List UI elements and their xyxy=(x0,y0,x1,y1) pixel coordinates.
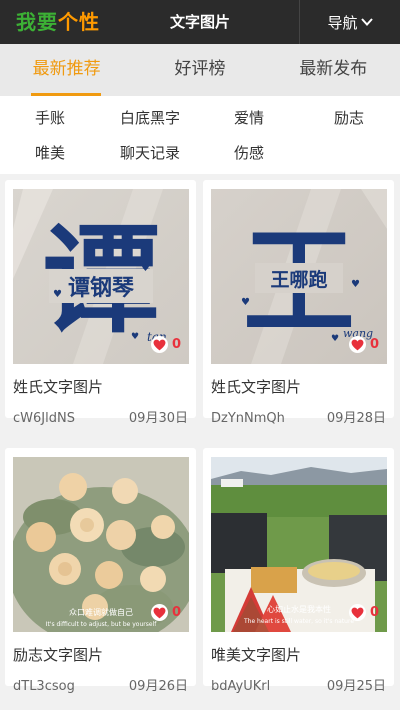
heart-icon xyxy=(153,607,166,618)
card-author: DzYnNmQh xyxy=(211,411,285,426)
card-thumbnail[interactable]: 王 王哪跑 ♥ ♥ ♥ wang 0 xyxy=(211,189,387,364)
card-date: 09月26日 xyxy=(128,679,188,694)
photo-caption-en: The heart is still water, so it's nature xyxy=(243,618,354,625)
card-date: 09月28日 xyxy=(326,411,386,426)
name-banner-text: 王哪跑 xyxy=(270,268,327,291)
card-date: 09月30日 xyxy=(128,411,188,426)
logo-text-part1: 我要 xyxy=(16,10,58,34)
svg-text:♥: ♥ xyxy=(131,332,139,342)
category-item-aesthetic[interactable]: 唯美 xyxy=(35,143,65,163)
site-logo[interactable]: 我要个性 xyxy=(16,9,100,35)
svg-text:♥: ♥ xyxy=(241,297,250,308)
image-card[interactable]: 心如止水是我本性 The heart is still water, so it… xyxy=(203,448,394,694)
photo-caption-cn: 众口难调就做自己 xyxy=(69,607,133,617)
logo-text-part2: 个性 xyxy=(58,10,100,34)
card-thumbnail[interactable]: 谭 谭钢琴 ♥ ♥ ♥ tan 0 xyxy=(13,189,189,364)
image-card[interactable]: 谭 谭钢琴 ♥ ♥ ♥ tan 0 姓氏文字图片 cW6JldNS 09月30日 xyxy=(5,180,196,426)
like-counter[interactable]: 0 xyxy=(150,604,181,621)
tab-top-rated[interactable]: 好评榜 xyxy=(133,44,266,96)
photo-caption-cn: 心如止水是我本性 xyxy=(267,604,331,614)
card-author: bdAyUKrl xyxy=(211,679,271,694)
category-item-notebook[interactable]: 手账 xyxy=(35,108,65,128)
name-banner-text: 谭钢琴 xyxy=(68,275,135,301)
nav-menu-button[interactable]: 导航 xyxy=(300,0,400,44)
tab-latest-recommend[interactable]: 最新推荐 xyxy=(0,44,133,96)
page-title: 文字图片 xyxy=(169,13,230,31)
card-thumbnail[interactable]: 众口难调就做自己 It's difficult to adjust, but b… xyxy=(13,457,189,632)
like-count: 0 xyxy=(369,605,379,620)
image-card[interactable]: 众口难调就做自己 It's difficult to adjust, but b… xyxy=(5,448,196,694)
svg-text:♥: ♥ xyxy=(53,289,62,300)
card-title[interactable]: 姓氏文字图片 xyxy=(13,377,103,397)
card-author: dTL3csog xyxy=(13,679,75,694)
category-item-love[interactable]: 爱情 xyxy=(234,108,264,128)
category-item-sad[interactable]: 伤感 xyxy=(234,143,264,163)
chevron-down-icon xyxy=(360,18,373,26)
category-item-inspirational[interactable]: 励志 xyxy=(334,108,364,128)
like-count: 0 xyxy=(369,337,379,352)
heart-icon xyxy=(153,339,166,350)
card-date: 09月25日 xyxy=(326,679,386,694)
like-counter[interactable]: 0 xyxy=(348,604,379,621)
image-card[interactable]: 王 王哪跑 ♥ ♥ ♥ wang 0 姓氏文字图片 DzYnNmQh 09月28… xyxy=(203,180,394,426)
nav-menu-label: 导航 xyxy=(327,13,358,32)
card-title[interactable]: 姓氏文字图片 xyxy=(211,377,301,397)
sort-tabs: 最新推荐 好评榜 最新发布 xyxy=(0,44,400,96)
like-count: 0 xyxy=(171,605,181,620)
svg-text:♥: ♥ xyxy=(351,279,360,290)
like-count: 0 xyxy=(171,337,181,352)
top-header: 我要个性 文字图片 导航 xyxy=(0,0,400,44)
category-grid: 手账 白底黑字 爱情 励志 唯美 聊天记录 伤感 xyxy=(0,96,400,174)
heart-icon xyxy=(351,607,364,618)
card-title[interactable]: 励志文字图片 xyxy=(13,645,103,665)
card-thumbnail[interactable]: 心如止水是我本性 The heart is still water, so it… xyxy=(211,457,387,632)
svg-text:♥: ♥ xyxy=(141,263,150,274)
heart-icon xyxy=(351,339,364,350)
card-author: cW6JldNS xyxy=(13,411,75,426)
tab-latest-published[interactable]: 最新发布 xyxy=(267,44,400,96)
card-title[interactable]: 唯美文字图片 xyxy=(211,645,301,665)
like-counter[interactable]: 0 xyxy=(150,336,181,353)
svg-text:♥: ♥ xyxy=(331,334,339,344)
like-counter[interactable]: 0 xyxy=(348,336,379,353)
category-item-chat-log[interactable]: 聊天记录 xyxy=(120,143,180,163)
photo-caption-en: It's difficult to adjust, but be yoursel… xyxy=(46,621,158,628)
category-item-white-bg-black-text[interactable]: 白底黑字 xyxy=(120,108,180,128)
